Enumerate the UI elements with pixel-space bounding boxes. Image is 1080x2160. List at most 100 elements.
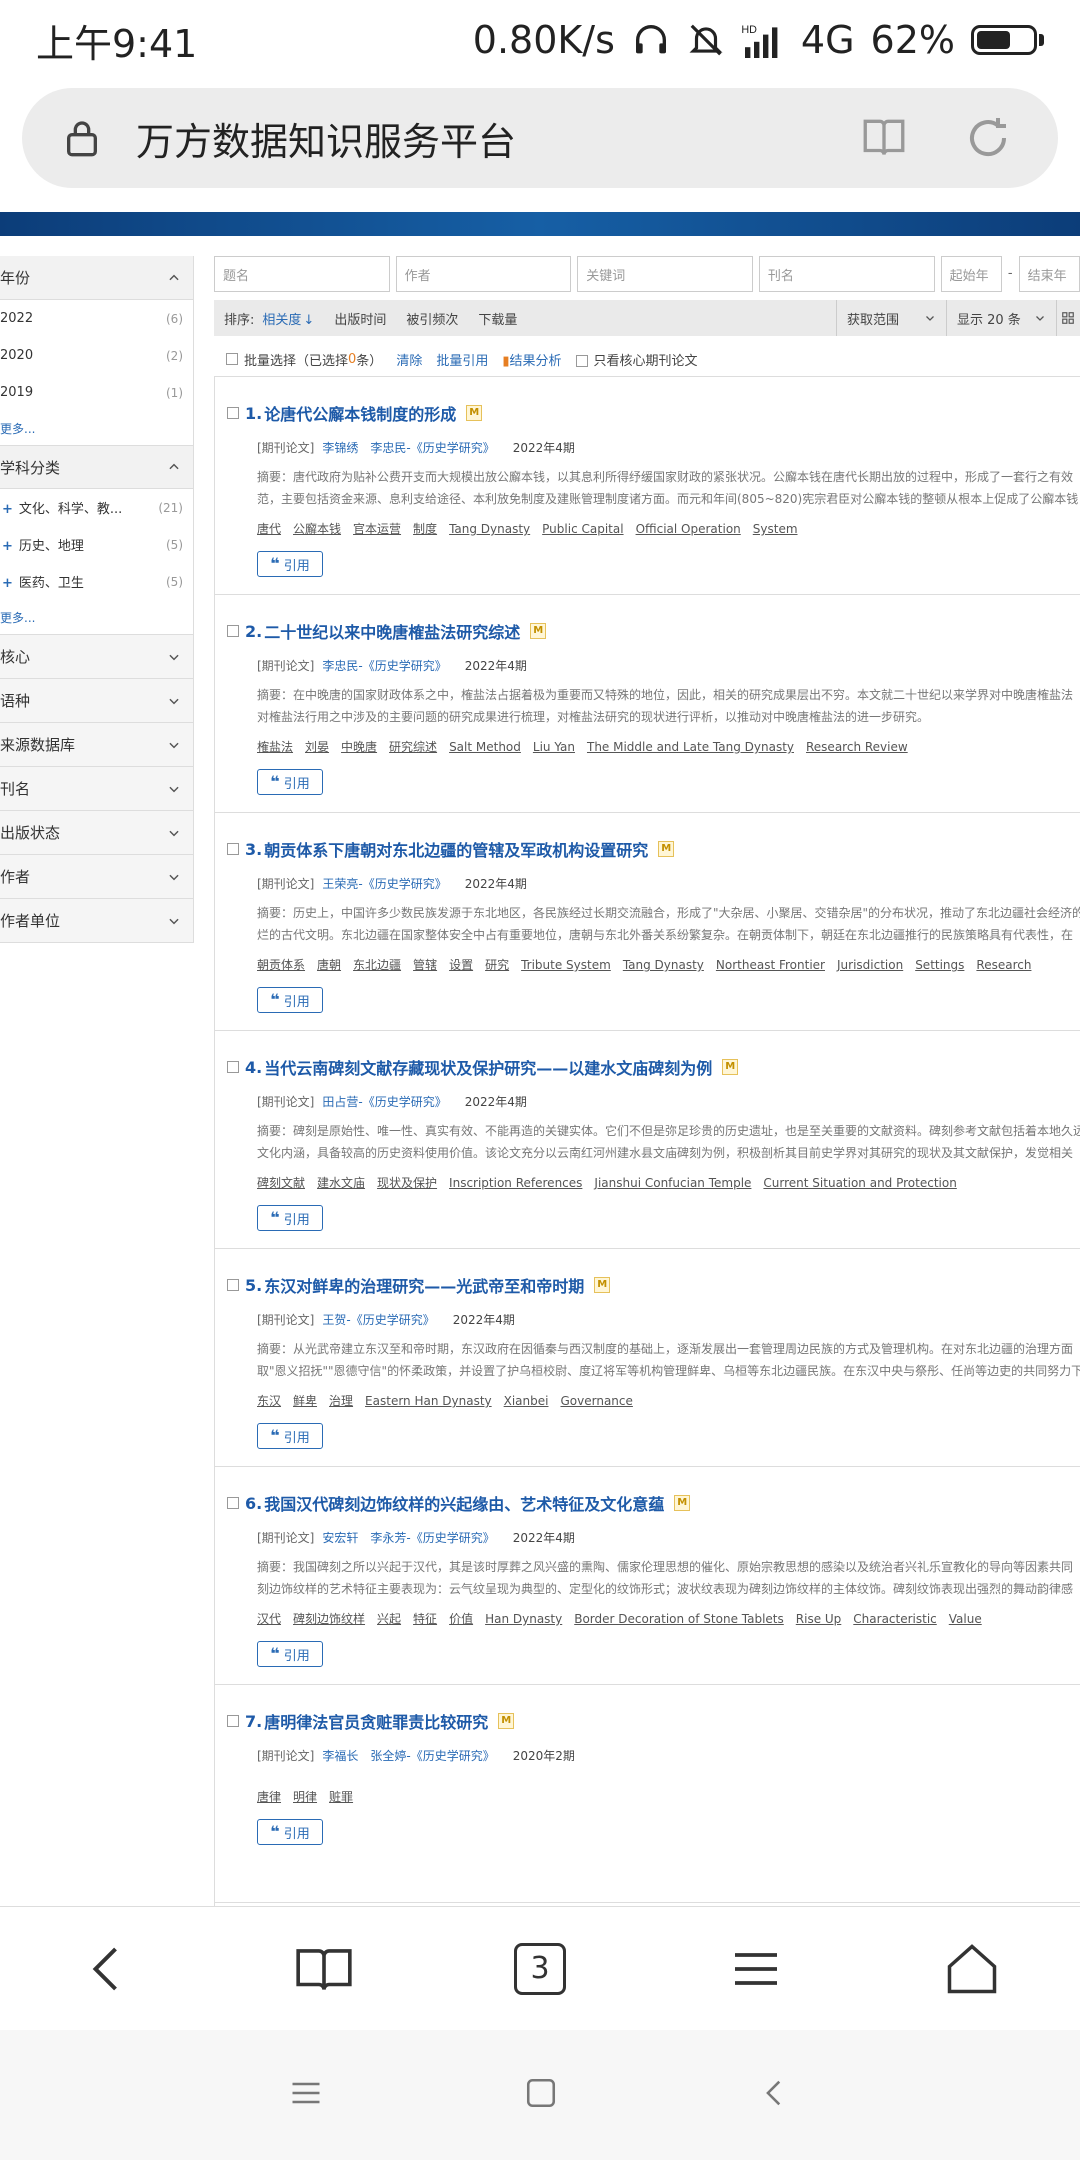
result-title-link[interactable]: 二十世纪以来中晚唐榷盐法研究综述	[264, 619, 520, 643]
home-button[interactable]	[932, 1929, 1012, 2009]
keyword-link[interactable]: 价值	[449, 1612, 473, 1626]
filter-author[interactable]: 作者	[0, 854, 193, 898]
filter-pub-status[interactable]: 出版状态	[0, 810, 193, 854]
keyword-link[interactable]: 研究综述	[389, 740, 437, 754]
result-checkbox[interactable]	[227, 1497, 239, 1509]
cite-button[interactable]: ❝ 引用	[257, 1205, 323, 1231]
result-title-link[interactable]: 当代云南碑刻文献存藏现状及保护研究——以建水文庙碑刻为例	[264, 1055, 712, 1079]
filter-core[interactable]: 核心	[0, 634, 193, 678]
result-title-link[interactable]: 东汉对鲜卑的治理研究——光武帝至和帝时期	[264, 1273, 584, 1297]
keyword-input[interactable]: 关键词	[577, 256, 753, 292]
keyword-link[interactable]: Northeast Frontier	[716, 958, 825, 972]
fulltext-icon[interactable]: M	[498, 1713, 515, 1729]
result-authors-link[interactable]: 王荣亮	[322, 877, 358, 891]
keyword-link[interactable]: 汉代	[257, 1612, 281, 1626]
keyword-link[interactable]: 明律	[293, 1790, 317, 1804]
result-authors-link[interactable]: 李锦绣 李忠民	[322, 441, 406, 455]
tabs-button[interactable]: 3	[500, 1929, 580, 2009]
keyword-link[interactable]: Border Decoration of Stone Tablets	[574, 1612, 784, 1626]
keyword-link[interactable]: 治理	[329, 1394, 353, 1408]
result-checkbox[interactable]	[227, 1061, 239, 1073]
result-checkbox[interactable]	[227, 625, 239, 637]
result-authors-link[interactable]: 王贺	[322, 1313, 346, 1327]
keyword-link[interactable]: 官本运营	[353, 522, 401, 536]
result-authors-link[interactable]: 李福长 张全婷	[322, 1749, 406, 1763]
keyword-link[interactable]: Salt Method	[449, 740, 521, 754]
result-title-link[interactable]: 朝贡体系下唐朝对东北边疆的管辖及军政机构设置研究	[264, 837, 648, 861]
result-journal-link[interactable]: -《历史学研究》	[406, 441, 494, 455]
fulltext-icon[interactable]: M	[722, 1059, 739, 1075]
keyword-link[interactable]: 刘晏	[305, 740, 329, 754]
keyword-link[interactable]: Official Operation	[636, 522, 741, 536]
keyword-link[interactable]: 公廨本钱	[293, 522, 341, 536]
keyword-link[interactable]: System	[753, 522, 798, 536]
keyword-link[interactable]: 东汉	[257, 1394, 281, 1408]
fulltext-icon[interactable]: M	[674, 1495, 691, 1511]
fulltext-icon[interactable]: M	[594, 1277, 611, 1293]
sort-cited[interactable]: 被引频次	[406, 309, 458, 328]
keyword-link[interactable]: Liu Yan	[533, 740, 575, 754]
keyword-link[interactable]: Public Capital	[542, 522, 623, 536]
keyword-link[interactable]: 设置	[449, 958, 473, 972]
filter-author-org[interactable]: 作者单位	[0, 898, 193, 942]
filter-subject-item[interactable]: + 历史、地理 (5)	[0, 526, 193, 563]
result-checkbox[interactable]	[227, 1279, 239, 1291]
keyword-link[interactable]: 制度	[413, 522, 437, 536]
fulltext-icon[interactable]: M	[466, 405, 483, 421]
keyword-link[interactable]: Eastern Han Dynasty	[365, 1394, 492, 1408]
author-input[interactable]: 作者	[395, 256, 572, 292]
batch-cite-link[interactable]: 批量引用	[436, 350, 488, 369]
range-select[interactable]: 获取范围	[836, 300, 946, 336]
filter-source-db[interactable]: 来源数据库	[0, 722, 193, 766]
keyword-link[interactable]: Tribute System	[521, 958, 611, 972]
keyword-link[interactable]: 榷盐法	[257, 740, 293, 754]
keyword-link[interactable]: Tang Dynasty	[623, 958, 704, 972]
sort-relevance[interactable]: 相关度 ↓	[262, 309, 314, 328]
keyword-link[interactable]: Current Situation and Protection	[763, 1176, 956, 1190]
menu-button[interactable]	[716, 1929, 796, 2009]
fulltext-icon[interactable]: M	[658, 841, 675, 857]
keyword-link[interactable]: 碑刻文献	[257, 1176, 305, 1190]
filter-subject-more-link[interactable]: 更多...	[0, 600, 193, 634]
keyword-link[interactable]: Jianshui Confucian Temple	[594, 1176, 751, 1190]
back-button[interactable]	[68, 1929, 148, 2009]
filter-language[interactable]: 语种	[0, 678, 193, 722]
cite-button[interactable]: ❝ 引用	[257, 1819, 323, 1845]
filter-year-item[interactable]: 2019 (1)	[0, 374, 193, 411]
keyword-link[interactable]: Research	[976, 958, 1031, 972]
keyword-link[interactable]: Settings	[915, 958, 964, 972]
bookmarks-button[interactable]	[284, 1929, 364, 2009]
result-title-link[interactable]: 我国汉代碑刻边饰纹样的兴起缘由、艺术特征及文化意蕴	[264, 1491, 664, 1515]
keyword-link[interactable]: 特征	[413, 1612, 437, 1626]
system-home-button[interactable]	[524, 2076, 558, 2114]
result-title-link[interactable]: 论唐代公廨本钱制度的形成	[264, 401, 456, 425]
keyword-link[interactable]: 赃罪	[329, 1790, 353, 1804]
keyword-link[interactable]: 现状及保护	[377, 1176, 437, 1190]
keyword-link[interactable]: 唐代	[257, 522, 281, 536]
keyword-link[interactable]: Xianbei	[504, 1394, 549, 1408]
cite-button[interactable]: ❝ 引用	[257, 769, 323, 795]
cite-button[interactable]: ❝ 引用	[257, 551, 323, 577]
keyword-link[interactable]: 管辖	[413, 958, 437, 972]
keyword-link[interactable]: Value	[949, 1612, 982, 1626]
system-back-button[interactable]	[758, 2076, 792, 2114]
keyword-link[interactable]: 鲜卑	[293, 1394, 317, 1408]
title-input[interactable]: 题名	[214, 256, 390, 292]
filter-year-header[interactable]: 年份	[0, 256, 193, 300]
result-analysis-link[interactable]: ▮结果分析	[502, 350, 561, 369]
cite-button[interactable]: ❝ 引用	[257, 1423, 323, 1449]
keyword-link[interactable]: The Middle and Late Tang Dynasty	[587, 740, 794, 754]
result-journal-link[interactable]: -《历史学研究》	[358, 1095, 446, 1109]
filter-subject-item[interactable]: + 文化、科学、教... (21)	[0, 489, 193, 526]
filter-year-more-link[interactable]: 更多...	[0, 411, 193, 445]
keyword-link[interactable]: Tang Dynasty	[449, 522, 530, 536]
keyword-link[interactable]: 朝贡体系	[257, 958, 305, 972]
result-journal-link[interactable]: -《历史学研究》	[346, 1313, 434, 1327]
page-size-select[interactable]: 显示 20 条	[946, 300, 1056, 336]
keyword-link[interactable]: 碑刻边饰纹样	[293, 1612, 365, 1626]
keyword-link[interactable]: Inscription References	[449, 1176, 582, 1190]
end-year-input[interactable]: 结束年	[1018, 256, 1080, 292]
result-checkbox[interactable]	[227, 843, 239, 855]
keyword-link[interactable]: 兴起	[377, 1612, 401, 1626]
keyword-link[interactable]: Han Dynasty	[485, 1612, 562, 1626]
